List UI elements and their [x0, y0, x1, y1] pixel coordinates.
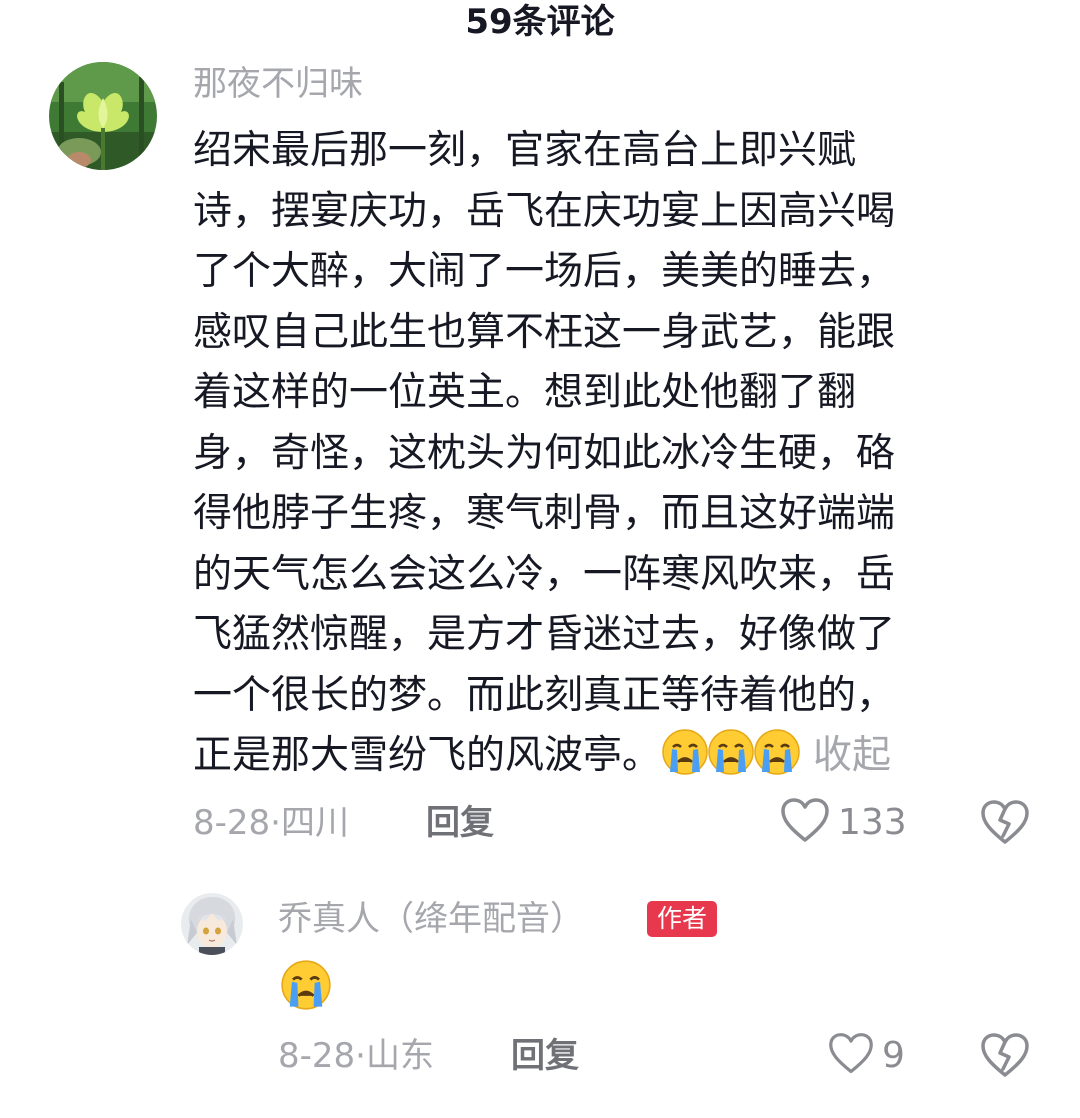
comment-line: 感叹自己此生也算不枉这一身武艺，能跟	[193, 309, 896, 355]
reply-username[interactable]: 乔真人（绛年配音）	[278, 897, 584, 941]
like-button[interactable]: 9	[828, 1031, 905, 1081]
dislike-button[interactable]	[980, 800, 1030, 850]
broken-heart-icon	[980, 800, 1030, 850]
comment-line: 的天气怎么会这么冷，一阵寒风吹来，岳	[193, 551, 896, 597]
crying-face-icon	[277, 959, 335, 1015]
heart-icon	[780, 798, 830, 848]
comment-line: 着这样的一位英主。想到此处他翻了翻	[193, 370, 857, 415]
author-badge: 作者	[647, 901, 718, 937]
comment-last-line: 正是那大雪纷飞的风波亭。 收起	[193, 726, 1013, 795]
like-button[interactable]: 133	[780, 798, 907, 848]
dislike-button[interactable]	[980, 1033, 1030, 1083]
crying-face-icon	[707, 728, 755, 795]
like-count: 133	[838, 802, 907, 843]
reply-button[interactable]: 回复	[426, 800, 494, 846]
comment-line: 了个大醉，大闹了一场后，美美的睡去，	[193, 249, 896, 294]
user-avatar[interactable]	[49, 62, 157, 170]
comment-line: 身，奇怪，这枕头为何如此冰冷生硬，硌	[193, 430, 896, 476]
reply-date-location: 8-28·山东	[278, 1036, 434, 1076]
crying-face-icon	[661, 728, 709, 795]
comment-text: 绍宋最后那一刻，官家在高台上即兴赋 诗，摆宴庆功，岳飞在庆功宴上因高兴喝 了个大…	[193, 121, 1013, 795]
comment-count-title: 59条评论	[465, 2, 615, 42]
comment-line: 诗，摆宴庆功，岳飞在庆功宴上因高兴喝	[193, 188, 896, 234]
comment-line: 正是那大雪纷飞的风波亭。	[193, 733, 662, 778]
broken-heart-icon	[980, 1033, 1030, 1083]
collapse-link[interactable]: 收起	[813, 733, 891, 778]
heart-icon	[828, 1032, 874, 1080]
comment-line: 一个很长的梦。而此刻真正等待着他的，	[193, 672, 896, 718]
reply-button[interactable]: 回复	[511, 1033, 579, 1079]
comment-line: 得他脖子生疼，寒气刺骨，而且这好端端	[193, 491, 896, 536]
author-avatar[interactable]	[181, 893, 243, 955]
comment-date-location: 8-28·四川	[193, 803, 349, 843]
comment-username[interactable]: 那夜不归味	[193, 62, 363, 106]
like-count: 9	[882, 1035, 905, 1076]
comment-line: 飞猛然惊醒，是方才昏迷过去，好像做了	[193, 612, 896, 657]
crying-face-icon	[753, 728, 801, 795]
comment-line: 绍宋最后那一刻，官家在高台上即兴赋	[193, 128, 857, 173]
